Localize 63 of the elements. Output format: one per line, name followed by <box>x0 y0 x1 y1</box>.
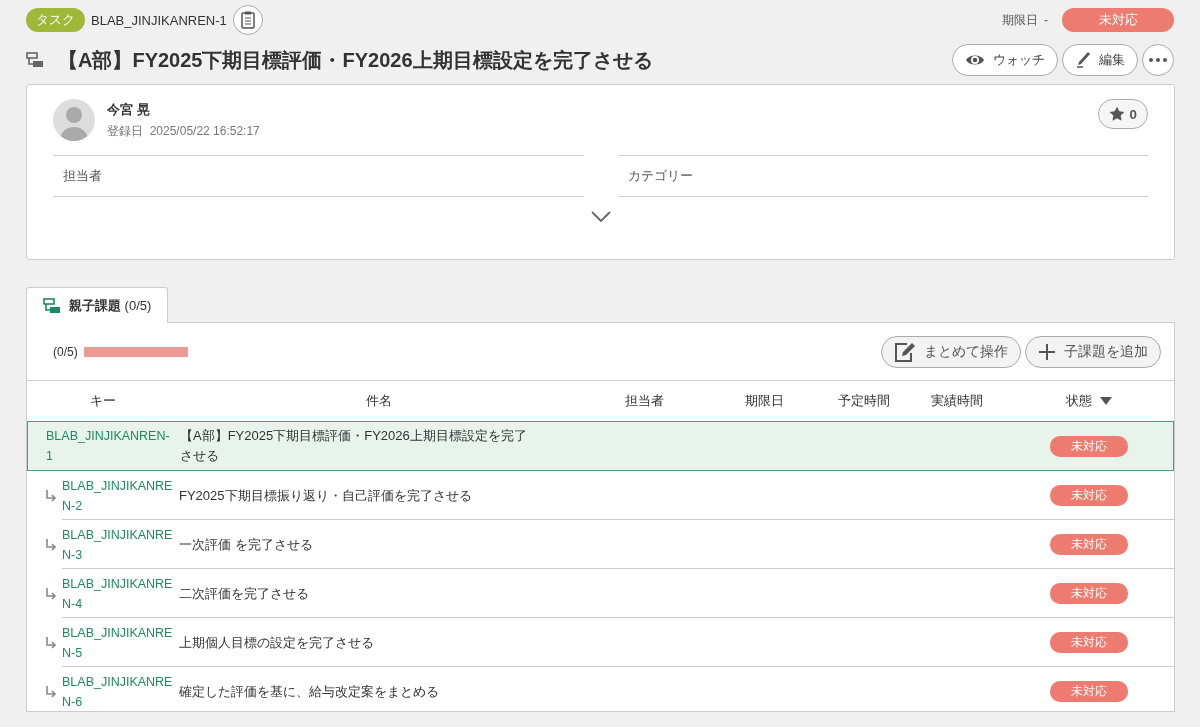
column-header[interactable]: 状態 <box>1066 392 1092 410</box>
avatar <box>53 99 95 141</box>
subject-cell-text: 【A部】FY2025下期目標評価・FY2026上期目標設定を完了させる <box>180 427 528 465</box>
edit-note-icon <box>894 341 916 362</box>
subject-cell-text: 二次評価を完了させる <box>179 584 310 603</box>
issue-key-link[interactable]: BLAB_JINJIKANREN-4 <box>62 573 176 614</box>
issue-title: 【A部】FY2025下期目標評価・FY2026上期目標設定を完了させる <box>58 47 654 73</box>
table-row[interactable]: BLAB_JINJIKANREN-1 【A部】FY2025下期目標評価・FY2026上期目標設定を完了させる 未対応 <box>27 421 1174 471</box>
bulk-edit-button[interactable]: まとめて操作 <box>881 335 1021 368</box>
issue-key-link[interactable]: BLAB_JINJIKANREN-3 <box>62 524 176 565</box>
subject-cell-text: 上期個人目標の設定を完了させる <box>179 633 375 652</box>
status-badge: 未対応 <box>1050 534 1128 555</box>
issue-key-link[interactable]: BLAB_JINJIKANREN-6 <box>62 671 176 711</box>
status-badge: 未対応 <box>1062 8 1174 32</box>
issue-key: BLAB_JINJIKANREN-1 <box>91 12 227 28</box>
pen-icon <box>1075 51 1091 69</box>
child-arrow-icon <box>45 587 57 600</box>
tab[interactable]: 親子課題 (0/5) <box>26 287 169 323</box>
column-header[interactable]: 担当者 <box>624 392 664 410</box>
sort-down-icon <box>1100 397 1112 405</box>
status-badge: 未対応 <box>1050 681 1128 702</box>
status-badge: 未対応 <box>1050 632 1128 653</box>
chevron-down-icon[interactable] <box>590 211 611 223</box>
issue-key-link[interactable]: BLAB_JINJIKANREN-1 <box>46 426 176 466</box>
watch-button[interactable]: ウォッチ <box>952 44 1058 76</box>
status-badge: 未対応 <box>1050 485 1128 506</box>
star-button[interactable]: 0 <box>1097 99 1148 129</box>
child-arrow-icon <box>45 489 57 502</box>
field-label: カテゴリー <box>617 155 1148 197</box>
star-icon <box>1108 106 1125 122</box>
due-date-label: 期限日 <box>1002 11 1038 29</box>
issue-key-link[interactable]: BLAB_JINJIKANREN-2 <box>62 475 176 516</box>
plus-icon <box>1038 342 1056 361</box>
child-arrow-icon <box>45 636 57 649</box>
copy-button[interactable] <box>232 5 263 35</box>
edit-button[interactable]: 編集 <box>1062 44 1138 76</box>
eye-icon <box>965 53 985 67</box>
registered-date: 2025/05/22 16:52:17 <box>149 124 260 138</box>
field-label: 担当者 <box>53 155 584 197</box>
column-header[interactable]: 件名 <box>366 392 392 410</box>
subject-cell-text: FY2025下期目標振り返り・自己評価を完了させる <box>179 486 473 505</box>
child-arrow-icon <box>45 538 57 551</box>
status-badge: 未対応 <box>1050 583 1128 604</box>
issue-key-link[interactable]: BLAB_JINJIKANREN-5 <box>62 622 176 663</box>
more-icon <box>1149 58 1167 62</box>
column-header[interactable]: キー <box>90 392 116 410</box>
clipboard-icon <box>240 11 255 29</box>
due-date-value: - <box>1044 13 1048 27</box>
column-header[interactable]: 期限日 <box>744 392 784 410</box>
subject-cell-text: 一次評価 を完了させる <box>179 535 314 554</box>
progress-count: (0/5) <box>53 344 78 359</box>
parent-child-icon <box>43 297 61 314</box>
column-header[interactable]: 予定時間 <box>838 392 890 410</box>
status-badge: 未対応 <box>1050 435 1128 457</box>
author-name: 今宮 晃 <box>107 101 151 119</box>
more-button[interactable] <box>1142 44 1174 76</box>
type-badge: タスク <box>26 8 85 32</box>
child-arrow-icon <box>45 685 57 698</box>
subject-cell-text: 確定した評価を基に、給与改定案をまとめる <box>179 682 440 701</box>
parent-child-icon <box>26 52 44 68</box>
add-subtask-button[interactable]: 子課題を追加 <box>1025 335 1161 368</box>
column-header[interactable]: 実績時間 <box>930 392 983 410</box>
registered-label: 登録日 <box>107 124 143 138</box>
